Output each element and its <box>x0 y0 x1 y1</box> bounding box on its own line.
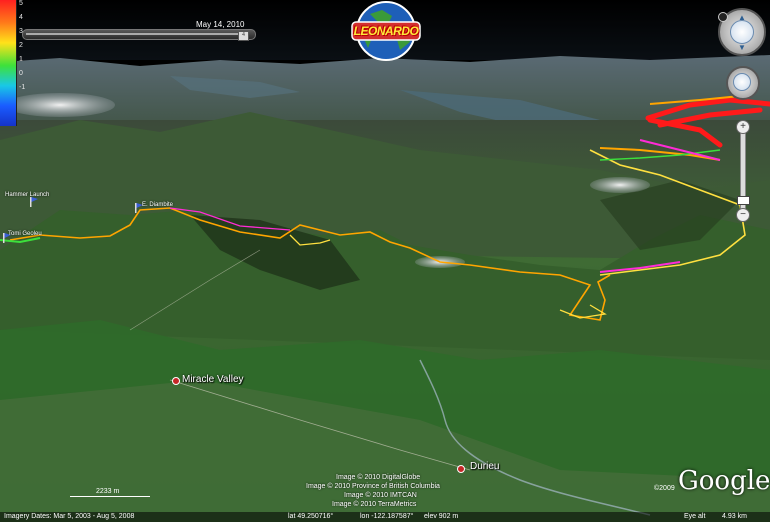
terrain-3d-view[interactable] <box>0 0 770 522</box>
google-copyright: ©2009 <box>654 485 675 492</box>
place-label-miracle-valley[interactable]: Miracle Valley <box>182 374 244 385</box>
arrow-up-icon[interactable]: ▲ <box>738 14 746 22</box>
zoom-out-icon[interactable]: − <box>736 208 750 222</box>
imagery-credit: Image © 2010 DigitalGlobe <box>336 474 421 481</box>
look-joystick-icon[interactable] <box>730 20 754 44</box>
eye-alt-label: Eye alt <box>684 513 706 520</box>
imagery-credit: Image © 2010 IMTCAN <box>344 492 417 499</box>
place-marker-icon[interactable] <box>172 377 180 385</box>
timeline-thumb-label: 4 <box>242 32 245 38</box>
scale-label: 2233 m <box>96 488 120 495</box>
legend-tick: 5 <box>19 0 23 7</box>
snow-patch <box>5 93 115 117</box>
legend-tick: -1 <box>19 84 26 91</box>
zoom-in-icon[interactable]: + <box>736 120 750 134</box>
google-logo: Google <box>678 466 770 496</box>
waypoint-label[interactable]: E. Diambite <box>142 202 173 208</box>
legend-tick: 2 <box>19 42 23 49</box>
place-label-durieu[interactable]: Durieu <box>470 461 499 472</box>
imagery-dates: Imagery Dates: Mar 5, 2003 - Aug 5, 2008 <box>4 513 135 520</box>
waypoint-label[interactable]: Tomi Geoleu <box>8 231 42 237</box>
scale-bar <box>70 496 150 497</box>
longitude-readout: lon -122.187587° <box>360 513 414 520</box>
imagery-credit: Image © 2010 TerraMetrics <box>332 501 417 508</box>
north-reset-icon[interactable] <box>718 12 728 22</box>
latitude-readout: lat 49.250716° <box>288 513 334 520</box>
elevation-readout: elev 902 m <box>424 513 459 520</box>
arrow-down-icon[interactable]: ▼ <box>738 44 746 52</box>
leonardo-logo-text: LEONARDO <box>353 24 419 38</box>
eye-alt-value: 4.93 km <box>722 513 747 520</box>
imagery-credit: Image © 2010 Province of British Columbi… <box>306 483 440 490</box>
waypoint-label-hammer-launch[interactable]: Hammer Launch <box>5 192 49 198</box>
legend-tick: 4 <box>19 14 23 21</box>
altitude-color-legend <box>0 0 17 126</box>
timeline-date: May 14, 2010 <box>196 20 245 29</box>
legend-tick: 1 <box>19 56 23 63</box>
map-viewport[interactable]: 5 4 3 2 1 0 -1 May 14, 2010 4 LEONARDO H… <box>0 0 770 522</box>
place-marker-icon[interactable] <box>457 465 465 473</box>
timeline-slider-fill <box>26 33 246 35</box>
snow-patch <box>590 177 650 193</box>
legend-tick: 0 <box>19 70 23 77</box>
move-joystick-icon[interactable] <box>733 73 751 91</box>
zoom-slider-knob[interactable] <box>737 196 750 205</box>
